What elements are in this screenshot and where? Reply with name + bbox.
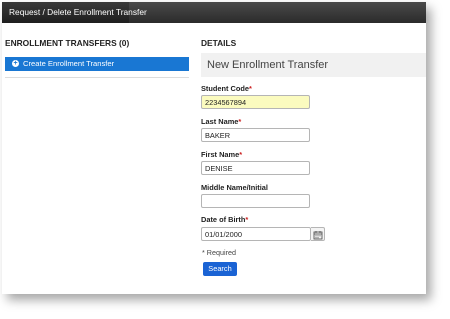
top-bar: Request / Delete Enrollment Transfer <box>2 2 426 23</box>
middle-name-label: Middle Name/Initial <box>201 183 268 192</box>
student-code-label: Student Code* <box>201 84 252 93</box>
calendar-icon <box>313 231 323 240</box>
app-window: Request / Delete Enrollment Transfer ENR… <box>2 2 426 294</box>
first-name-input[interactable]: DENISE <box>201 161 310 175</box>
date-of-birth-label: Date of Birth* <box>201 215 249 224</box>
details-header: DETAILS <box>201 38 237 48</box>
last-name-input[interactable]: BAKER <box>201 128 310 142</box>
sidebar-item-create-enrollment-transfer[interactable]: + Create Enrollment Transfer <box>5 57 189 71</box>
required-note: * Required <box>202 248 236 257</box>
divider <box>5 77 189 78</box>
last-name-label: Last Name* <box>201 117 242 126</box>
middle-name-input[interactable] <box>201 194 310 208</box>
panel-title: New Enrollment Transfer <box>207 59 329 71</box>
date-of-birth-input[interactable]: 01/01/2000 <box>201 227 311 241</box>
sidebar-item-label: Create Enrollment Transfer <box>23 59 115 68</box>
first-name-label: First Name* <box>201 150 243 159</box>
search-button[interactable]: Search <box>203 262 237 276</box>
enrollment-transfers-header: ENROLLMENT TRANSFERS (0) <box>5 38 130 48</box>
student-code-input[interactable]: 2234567894 <box>201 95 310 109</box>
plus-circle-icon: + <box>12 59 19 67</box>
tab-request-delete-enrollment-transfer[interactable]: Request / Delete Enrollment Transfer <box>2 2 147 23</box>
calendar-button[interactable] <box>311 227 325 241</box>
